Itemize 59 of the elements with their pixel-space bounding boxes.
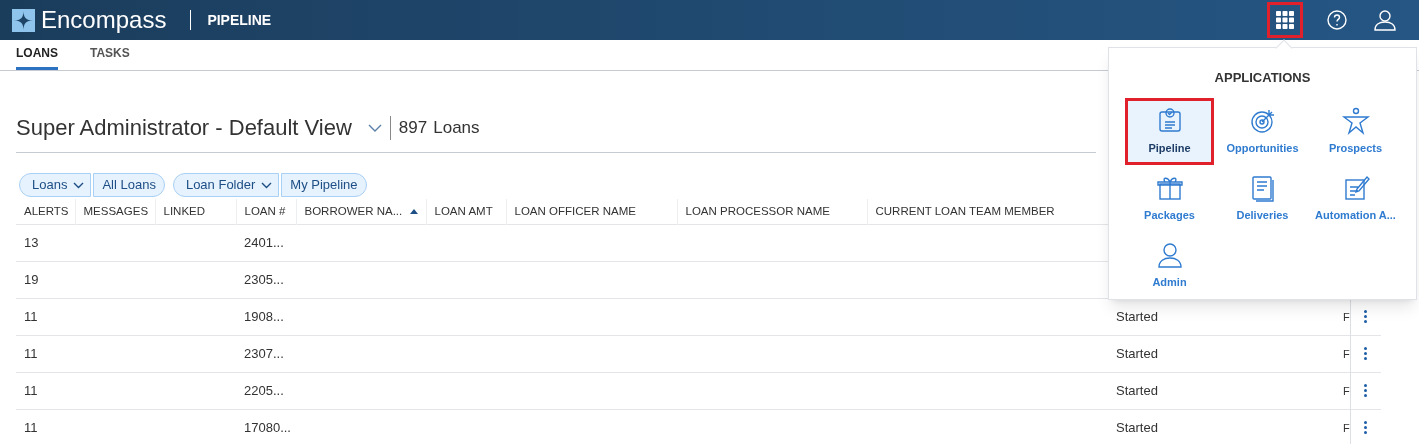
column-header[interactable]: LINKED bbox=[163, 202, 206, 220]
table-cell: 1908... bbox=[244, 308, 284, 324]
loan-count: 897 bbox=[398, 116, 428, 139]
section-title: PIPELINE bbox=[207, 11, 272, 30]
table-cell: 2305... bbox=[244, 271, 284, 287]
table-cell: F bbox=[1343, 384, 1350, 397]
application-tile[interactable]: Opportunities bbox=[1218, 97, 1307, 165]
brand-name: Encompass bbox=[41, 5, 167, 35]
column-header[interactable]: LOAN # bbox=[244, 202, 286, 220]
tab[interactable]: LOANS bbox=[16, 45, 58, 70]
table-cell: 11 bbox=[24, 419, 38, 435]
filter-value[interactable]: All Loans bbox=[93, 173, 165, 197]
column-header[interactable]: CURRENT LOAN TEAM MEMBER bbox=[875, 202, 1055, 220]
menu-title: APPLICATIONS bbox=[1213, 69, 1312, 87]
filter-dropdown[interactable]: Loans bbox=[19, 173, 92, 197]
table-cell: F bbox=[1343, 347, 1350, 360]
table-cell: F bbox=[1343, 421, 1350, 434]
chevron-down-icon bbox=[261, 181, 273, 189]
tab[interactable]: TASKS bbox=[90, 45, 130, 70]
table-cell: 11 bbox=[24, 345, 38, 361]
table-cell: 13 bbox=[24, 234, 39, 250]
table-cell: Started bbox=[1116, 345, 1158, 361]
table-cell: 19 bbox=[24, 271, 39, 287]
table-cell: 17080... bbox=[244, 419, 291, 435]
column-header[interactable]: LOAN OFFICER NAME bbox=[514, 202, 636, 220]
table-cell: 2401... bbox=[244, 234, 284, 250]
chevron-down-icon bbox=[73, 181, 85, 189]
table-cell: Started bbox=[1116, 382, 1158, 398]
application-tile[interactable]: Prospects bbox=[1311, 97, 1400, 165]
sort-ascending-icon bbox=[409, 209, 418, 214]
filter-dropdown[interactable]: Loan Folder bbox=[172, 173, 280, 197]
apps-grid-button[interactable] bbox=[1267, 2, 1303, 38]
column-header[interactable]: ALERTS bbox=[24, 202, 69, 220]
person-star-icon bbox=[1340, 105, 1371, 136]
table-cell: 11 bbox=[24, 382, 38, 398]
table-cell: 2307... bbox=[244, 345, 284, 361]
logo-icon bbox=[12, 8, 35, 32]
column-header[interactable]: BORROWER NA... bbox=[304, 202, 403, 220]
filter-value[interactable]: My Pipeline bbox=[281, 173, 367, 197]
table-cell: F bbox=[1343, 310, 1350, 323]
application-tile[interactable]: Admin bbox=[1125, 231, 1214, 299]
view-title: Super Administrator - Default View bbox=[16, 114, 352, 142]
table-cell: Started bbox=[1116, 308, 1158, 324]
help-icon bbox=[1327, 10, 1347, 30]
application-tile[interactable]: Packages bbox=[1125, 164, 1214, 232]
table-cell: 11 bbox=[24, 308, 38, 324]
grid-icon bbox=[1276, 11, 1294, 29]
application-tile[interactable]: Automation A... bbox=[1311, 164, 1400, 232]
loan-count-label: Loans bbox=[433, 116, 480, 139]
view-dropdown[interactable] bbox=[367, 123, 382, 132]
chevron-down-icon bbox=[367, 123, 382, 132]
column-header[interactable]: LOAN PROCESSOR NAME bbox=[685, 202, 830, 220]
application-tile[interactable]: Pipeline bbox=[1125, 97, 1214, 165]
table-cell: Started bbox=[1116, 419, 1158, 435]
column-header[interactable]: MESSAGES bbox=[83, 202, 149, 220]
user-icon bbox=[1374, 9, 1396, 31]
application-tile[interactable]: Deliveries bbox=[1218, 164, 1307, 232]
column-header[interactable]: LOAN AMT bbox=[434, 202, 493, 220]
table-cell: 2205... bbox=[244, 382, 284, 398]
